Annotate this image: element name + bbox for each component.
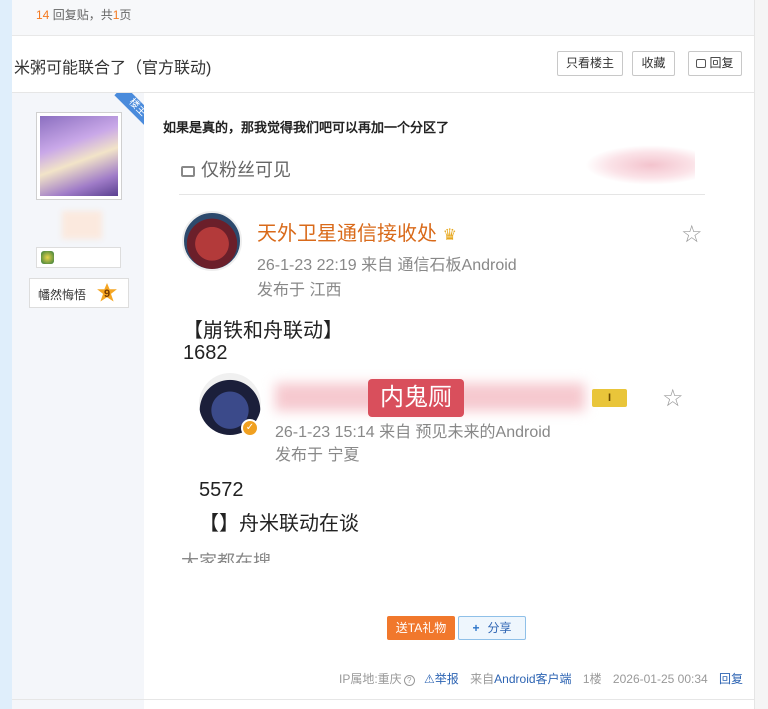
- star-icon: ☆: [662, 385, 684, 412]
- text-line: 【崩铁和舟联动】: [183, 320, 343, 342]
- thread-header: 米粥可能联合了（官方联动) 只看楼主 收藏 回复: [12, 36, 754, 93]
- avatar: [182, 211, 242, 271]
- plus-icon: +: [472, 621, 480, 635]
- flower-decoration: [585, 145, 695, 185]
- level-star-icon: 9: [97, 283, 117, 302]
- divider: [12, 699, 754, 700]
- text-line: 1682: [183, 342, 228, 364]
- star-icon: ☆: [681, 221, 703, 248]
- level-badge[interactable]: 幡然悔悟 9: [29, 278, 129, 308]
- post-location: 发布于 宁夏: [275, 447, 360, 464]
- text-line: 5572: [199, 479, 244, 501]
- level-name: 幡然悔悟: [38, 288, 87, 302]
- divider: [179, 194, 705, 195]
- op-ribbon: 楼主: [108, 93, 144, 129]
- comment-icon: [696, 59, 707, 68]
- post-time: 2026-01-25 00:34: [612, 672, 708, 686]
- text-line: 大家都在搜: [181, 552, 271, 563]
- lock-icon: [181, 166, 195, 177]
- post-body: 如果是真的，那我觉得我们吧可以再加一个分区了 仅粉丝可见 天外卫星通信接收处 ♛…: [144, 93, 754, 709]
- send-gift-button[interactable]: 送TA礼物: [387, 616, 455, 640]
- post-footer: IP属地:重庆? ⚠举报 来自Android客户端 1楼 2026-01-25 …: [339, 670, 743, 687]
- text-line: 【】舟米联动在谈: [199, 513, 359, 535]
- crown-icon: ♛: [442, 227, 457, 244]
- author-panel: 楼主 幡然悔悟 9: [12, 93, 144, 709]
- ip-location: IP属地:重庆: [339, 672, 402, 686]
- scrollbar[interactable]: [754, 0, 768, 709]
- post-meta: 26-1-23 22:19 来自 通信石板Android: [257, 257, 517, 274]
- floor-number: 1楼: [582, 672, 602, 686]
- username: 天外卫星通信接收处 ♛: [257, 223, 457, 245]
- client-source: 来自Android客户端: [470, 672, 572, 686]
- fan-badge[interactable]: [36, 247, 121, 268]
- stamp: 内鬼厕: [368, 379, 464, 417]
- client-link[interactable]: Android客户端: [494, 672, 571, 686]
- post-image[interactable]: 仅粉丝可见 天外卫星通信接收处 ♛ 26-1-23 22:19 来自 通信石板A…: [165, 143, 723, 563]
- report-link[interactable]: ⚠举报: [424, 672, 459, 686]
- visibility-label: 仅粉丝可见: [181, 156, 291, 182]
- left-edge: [0, 0, 12, 709]
- post-location: 发布于 江西: [257, 282, 342, 299]
- share-button[interactable]: + 分享: [458, 616, 526, 640]
- badge-icon: [41, 251, 54, 264]
- reply-count: 14 回复贴，共1页: [36, 8, 132, 22]
- reply-button[interactable]: 回复: [688, 51, 742, 76]
- verified-icon: ✓: [241, 419, 259, 437]
- help-icon[interactable]: ?: [403, 675, 415, 686]
- thread-title: 米粥可能联合了（官方联动): [14, 60, 212, 77]
- post-meta: 26-1-23 15:14 来自 预见未来的Android: [275, 424, 551, 441]
- reply-link[interactable]: 回复: [719, 672, 743, 686]
- only-op-button[interactable]: 只看楼主: [557, 51, 623, 76]
- level-tag: I: [592, 389, 627, 407]
- reply-count-bar: 14 回复贴，共1页: [12, 0, 754, 36]
- post-text: 如果是真的，那我觉得我们吧可以再加一个分区了: [163, 120, 450, 135]
- author-name-blurred: [62, 211, 102, 239]
- favorite-button[interactable]: 收藏: [632, 51, 675, 76]
